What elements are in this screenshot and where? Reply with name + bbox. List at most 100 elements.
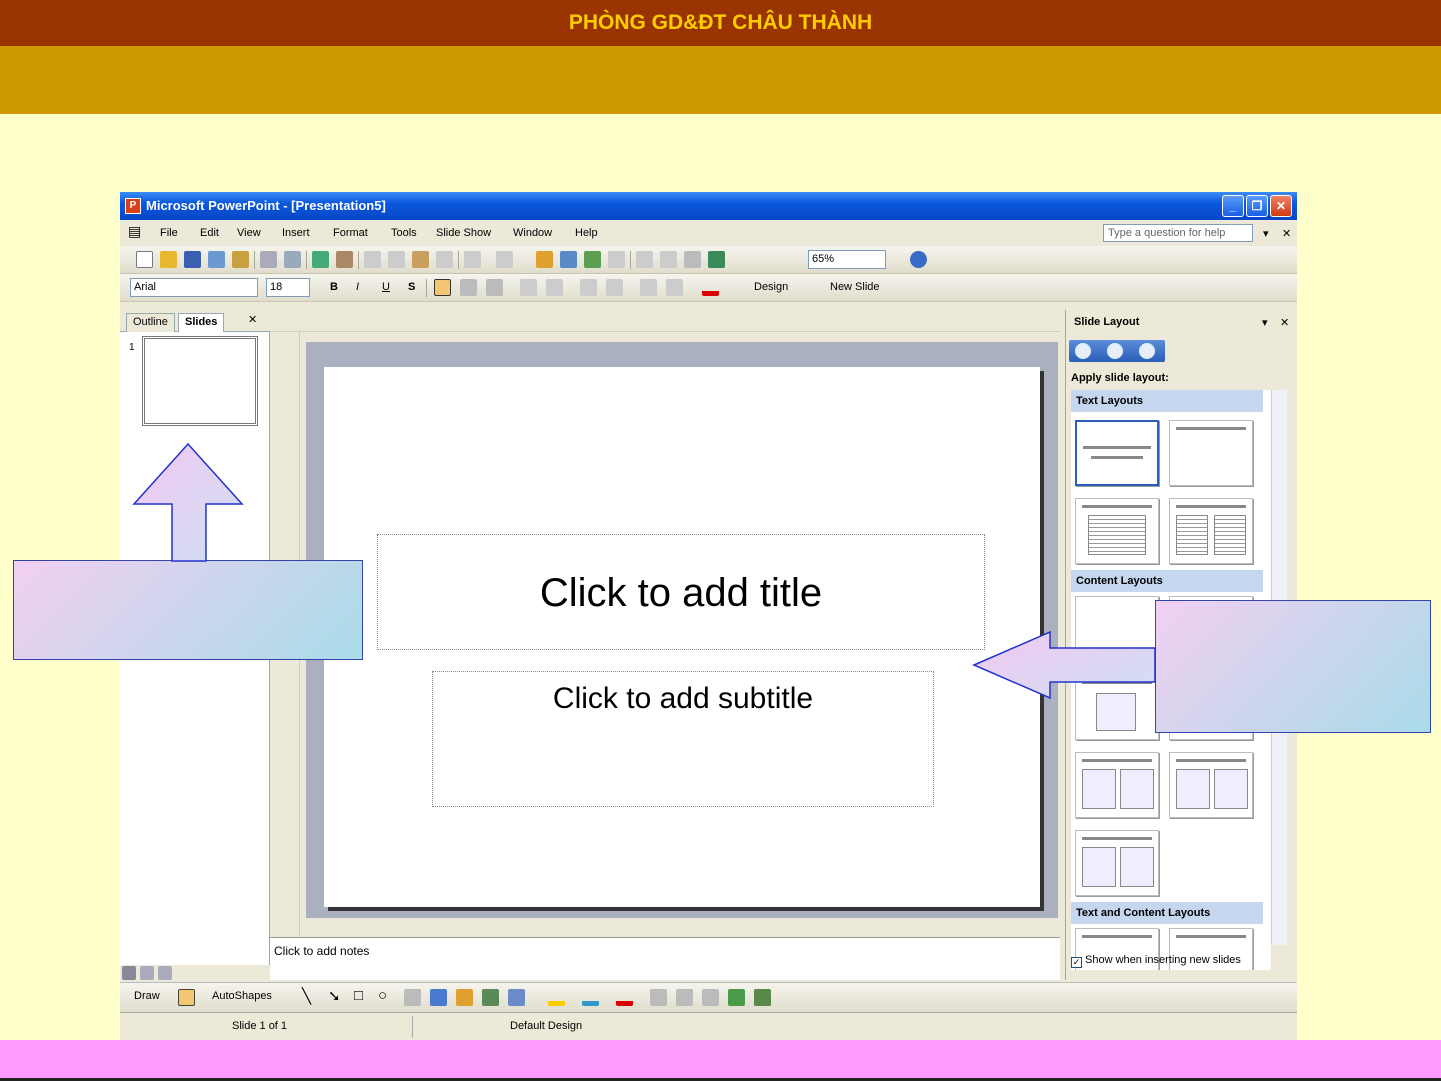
save-icon[interactable] <box>184 251 201 268</box>
help-search-input[interactable]: Type a question for help <box>1103 224 1253 242</box>
print-preview-icon[interactable] <box>284 251 301 268</box>
layout-title-slide[interactable] <box>1075 420 1159 486</box>
italic-button[interactable]: I <box>356 281 359 293</box>
document-icon[interactable]: ▤ <box>128 223 141 240</box>
menu-help[interactable]: Help <box>575 227 598 239</box>
diagram-icon[interactable] <box>456 989 473 1006</box>
slide-thumbnail[interactable] <box>142 336 258 426</box>
insert-table-icon[interactable] <box>560 251 577 268</box>
slide-sorter-icon[interactable] <box>140 966 154 980</box>
normal-view-icon[interactable] <box>122 966 136 980</box>
line-style-icon[interactable] <box>650 989 667 1006</box>
rectangle-icon[interactable]: □ <box>354 987 363 1004</box>
new-icon[interactable] <box>136 251 153 268</box>
open-icon[interactable] <box>160 251 177 268</box>
shadow-button[interactable]: S <box>408 281 415 293</box>
slide-show-icon[interactable] <box>158 966 172 980</box>
close-task-pane-icon[interactable]: ✕ <box>1280 316 1289 329</box>
home-icon[interactable] <box>1139 343 1155 359</box>
font-select[interactable]: Arial <box>130 278 258 297</box>
layout-two-column-text[interactable] <box>1169 498 1253 564</box>
title-placeholder[interactable]: Click to add title <box>377 534 985 650</box>
checkbox-icon[interactable]: ✓ <box>1071 957 1082 968</box>
color-grayscale-icon[interactable] <box>708 251 725 268</box>
insert-chart-icon[interactable] <box>536 251 553 268</box>
underline-button[interactable]: U <box>382 281 390 293</box>
numbering-icon[interactable] <box>520 279 537 296</box>
arrow-style-icon[interactable] <box>702 989 719 1006</box>
permission-icon[interactable] <box>208 251 225 268</box>
paste-icon[interactable] <box>412 251 429 268</box>
forward-icon[interactable] <box>1107 343 1123 359</box>
layout-title-only[interactable] <box>1169 420 1253 486</box>
show-when-inserting-checkbox[interactable]: ✓ Show when inserting new slides <box>1071 954 1241 968</box>
redo-icon[interactable] <box>496 251 513 268</box>
layout-title-text[interactable] <box>1075 498 1159 564</box>
format-painter-icon[interactable] <box>436 251 453 268</box>
align-right-icon[interactable] <box>486 279 503 296</box>
drawing-font-color-icon[interactable] <box>616 989 633 1006</box>
menu-format[interactable]: Format <box>333 227 368 239</box>
menu-view[interactable]: View <box>237 227 261 239</box>
decrease-font-icon[interactable] <box>606 279 623 296</box>
3d-style-icon[interactable] <box>754 989 771 1006</box>
line-icon[interactable]: ╲ <box>302 987 311 1005</box>
menu-insert[interactable]: Insert <box>282 227 310 239</box>
decrease-indent-icon[interactable] <box>640 279 657 296</box>
email-icon[interactable] <box>232 251 249 268</box>
increase-indent-icon[interactable] <box>666 279 683 296</box>
show-formatting-icon[interactable] <box>660 251 677 268</box>
slide-canvas[interactable]: Click to add title Click to add subtitle <box>324 367 1040 907</box>
cut-icon[interactable] <box>364 251 381 268</box>
font-color-icon[interactable] <box>702 279 719 296</box>
picture-icon[interactable] <box>508 989 525 1006</box>
fill-color-icon[interactable] <box>548 989 565 1006</box>
line-color-icon[interactable] <box>582 989 599 1006</box>
increase-font-icon[interactable] <box>580 279 597 296</box>
font-size-select[interactable]: 18 <box>266 278 310 297</box>
help-dropdown-icon[interactable]: ▾ <box>1263 227 1269 240</box>
menu-file[interactable]: File <box>160 227 178 239</box>
align-center-icon[interactable] <box>460 279 477 296</box>
menu-edit[interactable]: Edit <box>200 227 219 239</box>
expand-all-icon[interactable] <box>636 251 653 268</box>
notes-pane[interactable]: Click to add notes <box>270 937 1060 980</box>
draw-menu[interactable]: Draw <box>134 990 160 1002</box>
select-objects-icon[interactable] <box>178 989 195 1006</box>
design-button[interactable]: Design <box>754 281 788 293</box>
bullets-icon[interactable] <box>546 279 563 296</box>
text-box-icon[interactable] <box>404 989 421 1006</box>
grid-icon[interactable] <box>684 251 701 268</box>
research-icon[interactable] <box>336 251 353 268</box>
menu-window[interactable]: Window <box>513 227 552 239</box>
layout-title-content-two[interactable] <box>1075 752 1159 818</box>
close-document-icon[interactable]: ✕ <box>1282 227 1291 240</box>
bold-button[interactable]: B <box>330 281 338 293</box>
tables-borders-icon[interactable] <box>584 251 601 268</box>
close-pane-icon[interactable]: ✕ <box>248 313 257 326</box>
tab-slides[interactable]: Slides <box>178 313 225 332</box>
menu-slide-show[interactable]: Slide Show <box>436 227 491 239</box>
dash-style-icon[interactable] <box>676 989 693 1006</box>
menu-tools[interactable]: Tools <box>391 227 417 239</box>
back-icon[interactable] <box>1075 343 1091 359</box>
close-button[interactable]: ✕ <box>1270 195 1292 217</box>
hyperlink-icon[interactable] <box>608 251 625 268</box>
new-slide-button[interactable]: New Slide <box>830 281 880 293</box>
copy-icon[interactable] <box>388 251 405 268</box>
shadow-style-icon[interactable] <box>728 989 745 1006</box>
zoom-select[interactable]: 65% <box>808 250 886 269</box>
spelling-icon[interactable] <box>312 251 329 268</box>
align-left-icon[interactable] <box>434 279 451 296</box>
help-icon[interactable] <box>910 251 927 268</box>
arrow-icon[interactable]: ➘ <box>328 987 341 1005</box>
layout-title-two-content-content[interactable] <box>1169 752 1253 818</box>
minimize-button[interactable]: _ <box>1222 195 1244 217</box>
subtitle-placeholder[interactable]: Click to add subtitle <box>432 671 934 807</box>
layout-title-four-content[interactable] <box>1075 830 1159 896</box>
print-icon[interactable] <box>260 251 277 268</box>
wordart-icon[interactable] <box>430 989 447 1006</box>
tab-outline[interactable]: Outline <box>126 313 175 332</box>
autoshapes-menu[interactable]: AutoShapes <box>212 990 272 1002</box>
maximize-button[interactable]: ❐ <box>1246 195 1268 217</box>
